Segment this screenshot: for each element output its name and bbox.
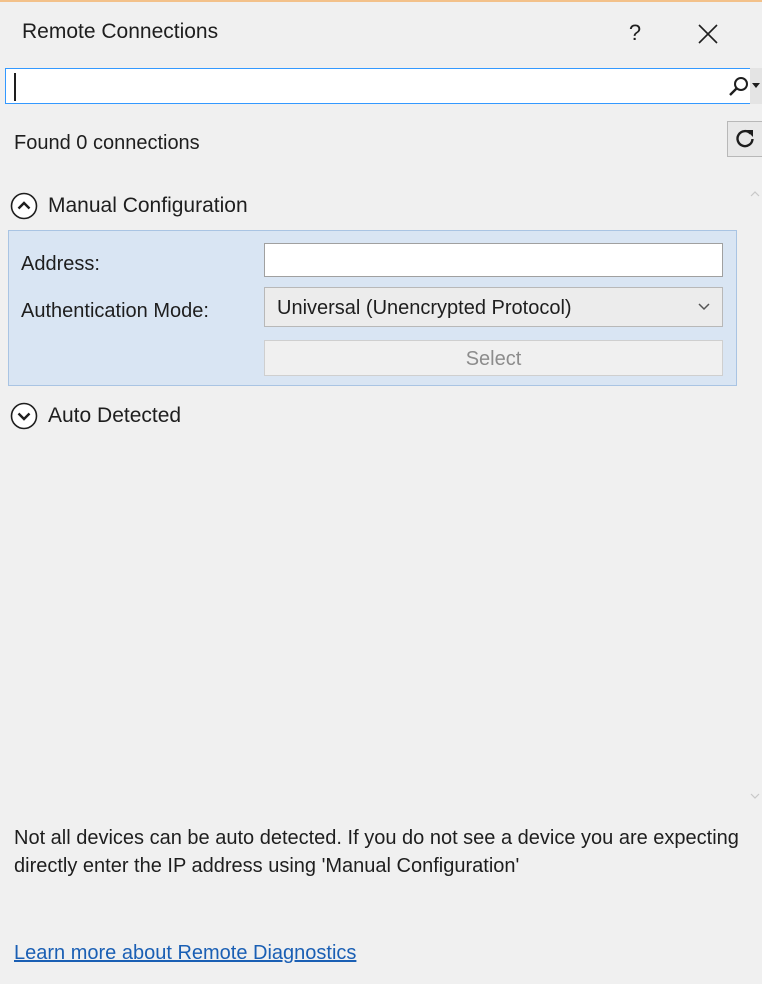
- close-icon: [698, 24, 718, 44]
- authentication-mode-value: Universal (Unencrypted Protocol): [277, 297, 572, 319]
- chevron-down-icon: [698, 303, 710, 311]
- search-box: [5, 68, 755, 104]
- refresh-button[interactable]: [727, 121, 762, 157]
- chevron-down-circle-icon: [10, 402, 38, 430]
- auto-detect-info-text: Not all devices can be auto detected. If…: [14, 827, 739, 877]
- chevron-down-icon: [752, 83, 760, 88]
- refresh-icon: [736, 129, 754, 148]
- title-bar: Remote Connections ?: [0, 2, 762, 62]
- authentication-mode-label: Authentication Mode:: [21, 300, 209, 322]
- select-button[interactable]: Select: [264, 340, 723, 376]
- connections-found-status: Found 0 connections: [14, 132, 200, 154]
- search-input[interactable]: [14, 73, 690, 101]
- address-input[interactable]: [264, 243, 723, 277]
- search-options-dropdown[interactable]: [750, 68, 762, 104]
- window-title: Remote Connections: [22, 20, 219, 43]
- address-label: Address:: [21, 253, 100, 275]
- learn-more-link[interactable]: Learn more about Remote Diagnostics: [14, 942, 356, 965]
- manual-configuration-header[interactable]: Manual Configuration: [10, 190, 310, 224]
- manual-configuration-panel: Address: Authentication Mode: Universal …: [8, 230, 737, 386]
- auto-detected-label: Auto Detected: [48, 404, 182, 427]
- auto-detected-header[interactable]: Auto Detected: [10, 400, 250, 434]
- scroll-down-arrow-icon[interactable]: [750, 792, 760, 800]
- close-button[interactable]: [688, 14, 728, 54]
- scroll-up-arrow-icon[interactable]: [750, 190, 760, 198]
- help-button[interactable]: ?: [620, 16, 650, 50]
- chevron-up-circle-icon: [10, 192, 38, 220]
- manual-configuration-label: Manual Configuration: [48, 194, 248, 217]
- search-icon[interactable]: [728, 76, 750, 98]
- authentication-mode-select[interactable]: Universal (Unencrypted Protocol): [264, 287, 723, 327]
